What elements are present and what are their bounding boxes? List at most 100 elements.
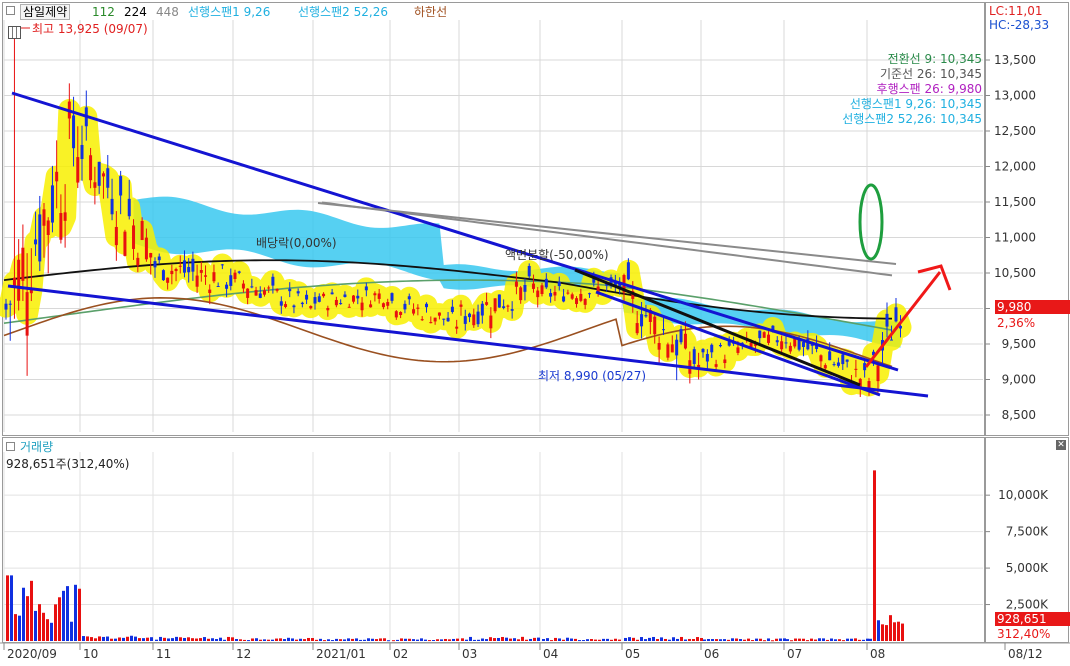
candle-body — [701, 348, 705, 353]
candle-body — [204, 275, 208, 277]
volume-bar — [525, 639, 528, 641]
candle-body — [403, 303, 407, 310]
candle-body — [575, 298, 579, 304]
candle-body — [220, 264, 224, 266]
volume-bar — [371, 638, 374, 641]
volume-bar — [235, 639, 238, 641]
volume-bar — [869, 638, 872, 641]
candle-body — [80, 144, 84, 159]
volume-bar — [42, 612, 45, 641]
candle-body — [455, 326, 459, 329]
volume-bar — [818, 638, 821, 641]
candle-body — [723, 359, 727, 364]
high-label: 최고 13,925 (09/07) — [32, 22, 148, 36]
candle-body — [801, 342, 805, 347]
stock-name[interactable]: 삼일제약 — [20, 4, 71, 20]
candle-body — [187, 266, 191, 273]
price-tick-label: 11,500 — [994, 195, 1036, 209]
candle-body — [675, 339, 679, 356]
candle-body — [313, 297, 317, 304]
volume-bar — [743, 639, 746, 641]
candle-body — [562, 296, 566, 302]
volume-bar — [183, 637, 186, 641]
price-tick-label: 9,000 — [1002, 373, 1036, 387]
candle-body — [386, 302, 390, 306]
close-panel-icon[interactable]: ✕ — [1056, 440, 1066, 450]
price-tick-label: 11,000 — [994, 231, 1036, 245]
price-tick-label: 12,000 — [994, 160, 1036, 174]
volume-bar — [179, 637, 182, 641]
candle-body — [527, 265, 531, 277]
candle-body — [823, 365, 827, 369]
volume-bar — [30, 580, 33, 641]
volume-bar — [102, 636, 105, 641]
candle-body — [425, 303, 428, 308]
volume-bar — [692, 639, 695, 641]
candle-body — [195, 275, 199, 287]
candle-body — [489, 315, 493, 329]
candle-body — [587, 293, 591, 295]
low-annotation: 최저 8,990 (05/27) — [538, 369, 647, 383]
grid-icon[interactable] — [8, 26, 21, 39]
volume-bar — [98, 636, 101, 641]
candle-body — [549, 293, 553, 297]
volume-bar — [106, 636, 109, 641]
candle-body — [670, 344, 674, 353]
candle-body — [212, 272, 216, 282]
candle-body — [262, 290, 266, 295]
candle-body — [793, 338, 797, 347]
candle-body — [819, 355, 823, 362]
volume-bar — [739, 639, 742, 641]
volume-bar — [38, 604, 41, 641]
candle-body — [775, 340, 779, 343]
panel-menu-icon[interactable] — [6, 6, 15, 15]
candle-body — [114, 226, 118, 246]
candle-body — [34, 239, 38, 245]
volume-bar — [295, 639, 298, 641]
volume-bar — [26, 596, 29, 641]
candle-body — [394, 311, 398, 318]
volume-bar — [794, 638, 797, 641]
candle-body — [442, 318, 446, 320]
x-tick-label: 04 — [543, 647, 558, 661]
volume-bar — [347, 638, 350, 641]
candle-body — [553, 291, 557, 296]
candle-body — [836, 362, 840, 366]
candle-body — [76, 157, 80, 183]
volume-bar — [379, 638, 382, 641]
volume-title: 거래량 — [20, 440, 54, 454]
volume-bar — [359, 639, 362, 641]
x-tick-label: 2020/09 — [7, 647, 57, 661]
volume-bar — [243, 639, 246, 641]
candle-body — [279, 301, 283, 306]
volume-bar — [668, 639, 671, 641]
x-tick-label: 03 — [462, 647, 477, 661]
volume-bar — [263, 639, 266, 641]
volume-bar — [287, 637, 290, 641]
candle-body — [309, 306, 313, 309]
volume-bar — [122, 637, 125, 641]
volume-bar — [664, 638, 667, 641]
candle-body — [845, 359, 849, 362]
volume-bar — [688, 638, 691, 641]
volume-bar — [436, 639, 439, 641]
candle-body — [132, 225, 136, 249]
candle-body — [229, 275, 233, 286]
candle-body — [653, 316, 657, 335]
candle-body — [841, 354, 845, 365]
candle-body — [170, 270, 174, 275]
volume-bar — [771, 640, 774, 642]
volume-bar — [424, 639, 427, 641]
candle-body — [510, 309, 514, 311]
candle-body — [373, 293, 377, 296]
volume-bar — [416, 639, 419, 641]
volume-menu-icon[interactable] — [6, 442, 15, 451]
candle-body — [63, 212, 67, 221]
candle-body — [364, 286, 368, 291]
candle-body — [157, 256, 161, 261]
lagging-label: 하한선 — [414, 5, 448, 19]
volume-bar — [50, 622, 53, 641]
volume-bar — [259, 639, 262, 641]
candle-body — [459, 304, 463, 307]
volume-bar — [759, 638, 762, 641]
